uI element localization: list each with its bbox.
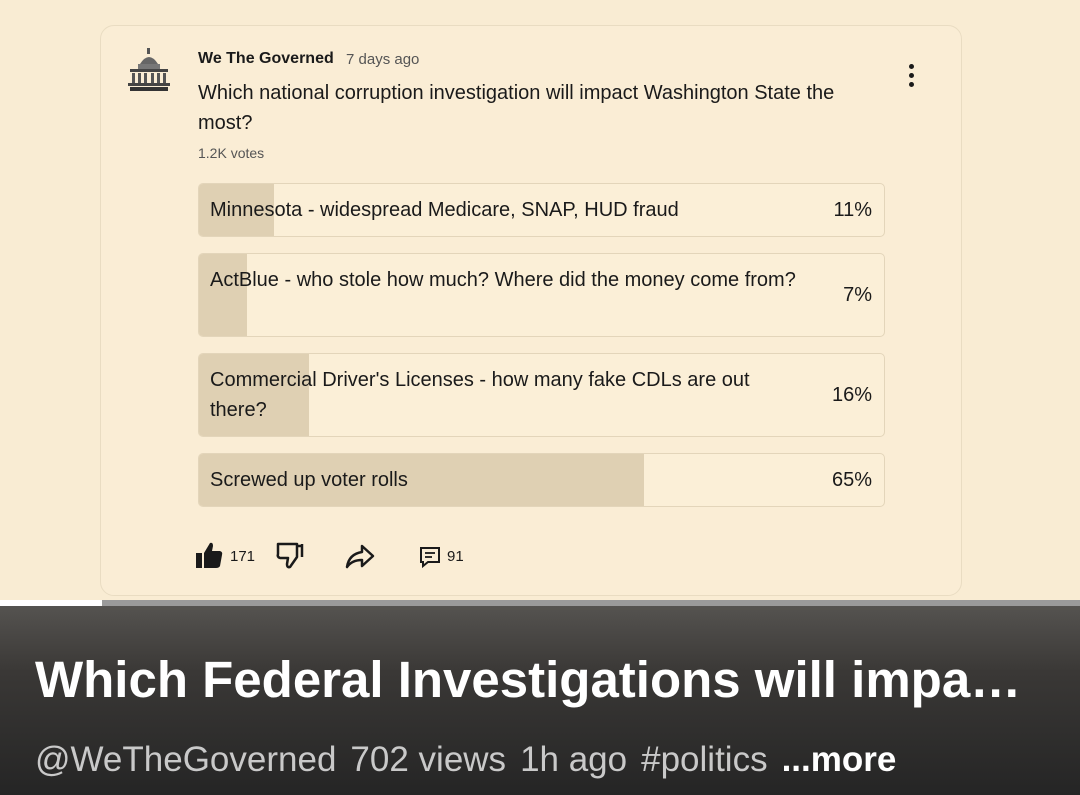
poll-option-label: Minnesota - widespread Medicare, SNAP, H…: [210, 199, 679, 221]
share-arrow-icon: [345, 544, 375, 569]
channel-avatar[interactable]: [126, 46, 172, 96]
share-button[interactable]: [344, 538, 376, 574]
capitol-building-icon: [128, 48, 170, 91]
channel-handle[interactable]: @WeTheGoverned: [35, 740, 336, 779]
poll-option[interactable]: Minnesota - widespread Medicare, SNAP, H…: [198, 183, 885, 237]
poll-option-percent: 11%: [833, 199, 872, 221]
poll-option[interactable]: Screwed up voter rolls 65%: [198, 453, 885, 507]
like-button[interactable]: [194, 538, 224, 574]
poll-option[interactable]: ActBlue - who stole how much? Where did …: [198, 253, 885, 337]
poll-option-label: Commercial Driver's Licenses - how many …: [210, 369, 750, 421]
poll-option-label: ActBlue - who stole how much? Where did …: [210, 269, 796, 291]
video-title[interactable]: Which Federal Investigations will impa…: [35, 650, 1021, 709]
comment-button[interactable]: [418, 538, 444, 574]
poll-option-percent: 7%: [843, 284, 872, 306]
like-count: 171: [230, 548, 256, 565]
comment-bubble-icon: [420, 547, 440, 569]
poll-question: Which national corruption investigation …: [198, 82, 835, 134]
poll-option-percent: 65%: [831, 469, 872, 491]
channel-name[interactable]: We The Governed: [198, 50, 334, 68]
more-button[interactable]: ...more: [782, 740, 897, 779]
video-meta: @WeTheGoverned 702 views 1h ago #politics..…: [35, 740, 910, 780]
post-age: 7 days ago: [346, 51, 420, 68]
more-vert-icon[interactable]: [898, 58, 926, 94]
thumbs-up-filled-icon: [196, 542, 223, 568]
dislike-button[interactable]: [275, 538, 305, 574]
comment-count: 91: [447, 548, 464, 565]
community-post-screenshot: We The Governed 7 days ago Which nationa…: [0, 0, 1080, 605]
poll-option[interactable]: Commercial Driver's Licenses - how many …: [198, 353, 885, 437]
poll-option-percent: 16%: [831, 384, 872, 406]
view-count: 702 views: [350, 740, 507, 779]
hashtag-link[interactable]: #politics: [641, 740, 767, 779]
poll-option-label: Screwed up voter rolls: [210, 469, 408, 491]
upload-time: 1h ago: [520, 740, 628, 779]
vote-count: 1.2K votes: [198, 145, 265, 161]
thumbs-down-outline-icon: [276, 542, 304, 569]
